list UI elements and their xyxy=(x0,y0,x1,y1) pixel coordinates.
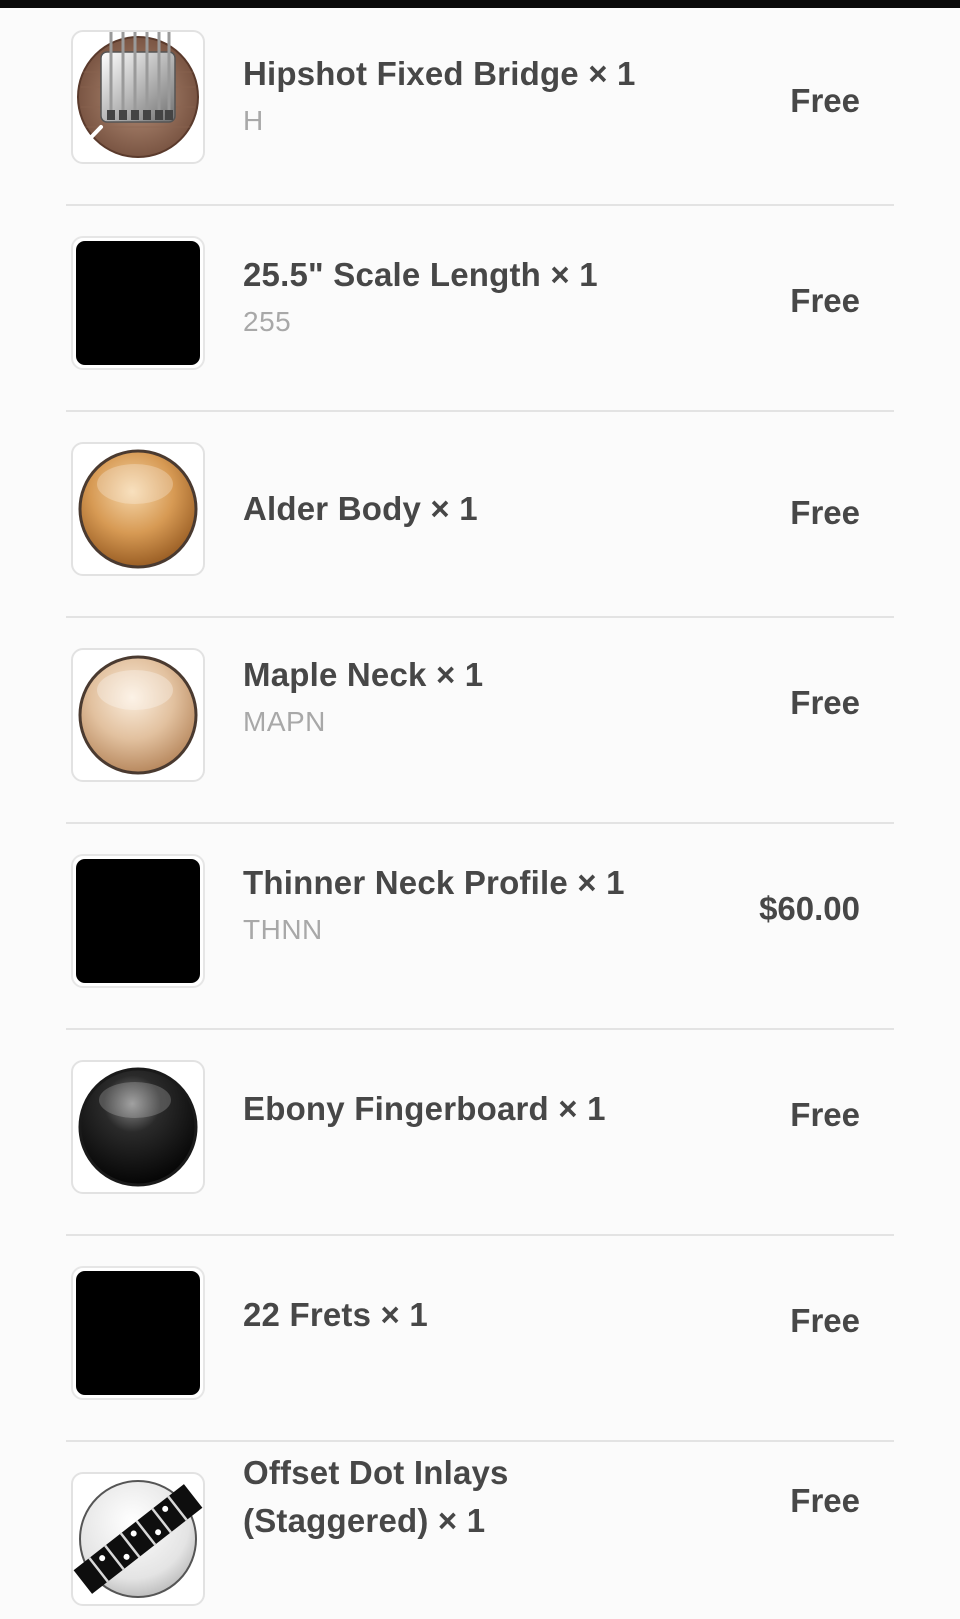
item-sku: 255 xyxy=(243,306,292,337)
item-name: Maple Neck × 1 xyxy=(243,656,484,693)
item-name: Alder Body × 1 xyxy=(243,490,478,527)
item-sku: MAPN xyxy=(243,706,326,737)
item-price: Free xyxy=(790,282,860,319)
item-name: Thinner Neck Profile × 1 xyxy=(243,864,625,901)
item-name: 22 Frets × 1 xyxy=(243,1296,428,1333)
item-name-continued: (Staggered) × 1 xyxy=(243,1502,486,1539)
cart-item-thinner-neck-profile[interactable]: Thinner Neck Profile × 1 THNN $60.00 xyxy=(66,824,894,1030)
fretboard-inlay-icon xyxy=(71,1472,205,1606)
black-swatch-icon xyxy=(71,854,205,988)
item-price: Free xyxy=(790,1482,860,1519)
item-sku: H xyxy=(243,105,264,136)
cart-item-ebony-fingerboard[interactable]: Ebony Fingerboard × 1 Free xyxy=(66,1030,894,1236)
cart-item-scale-length[interactable]: 25.5" Scale Length × 1 255 Free xyxy=(66,206,894,412)
black-swatch-icon xyxy=(71,1266,205,1400)
item-price: Free xyxy=(790,1302,860,1339)
cart-item-offset-dot-inlays[interactable]: Offset Dot Inlays (Staggered) × 1 Free xyxy=(66,1442,894,1619)
item-name: Ebony Fingerboard × 1 xyxy=(243,1090,606,1127)
item-name: Hipshot Fixed Bridge × 1 xyxy=(243,55,636,92)
item-price: Free xyxy=(790,494,860,531)
item-price: $60.00 xyxy=(759,890,860,927)
item-name: Offset Dot Inlays xyxy=(243,1454,509,1491)
item-sku: THNN xyxy=(243,914,323,945)
maple-wood-swatch-icon xyxy=(71,648,205,782)
alder-wood-swatch-icon xyxy=(71,442,205,576)
bridge-icon xyxy=(71,30,205,164)
item-name: 25.5" Scale Length × 1 xyxy=(243,256,598,293)
cart-item-maple-neck[interactable]: Maple Neck × 1 MAPN Free xyxy=(66,618,894,824)
ebony-wood-swatch-icon xyxy=(71,1060,205,1194)
item-price: Free xyxy=(790,684,860,721)
item-price: Free xyxy=(790,1096,860,1133)
cart-item-alder-body[interactable]: Alder Body × 1 Free xyxy=(66,412,894,618)
cart-item-frets[interactable]: 22 Frets × 1 Free xyxy=(66,1236,894,1442)
item-price: Free xyxy=(790,82,860,119)
cart-item-bridge[interactable]: Hipshot Fixed Bridge × 1 H Free xyxy=(66,0,894,206)
black-swatch-icon xyxy=(71,236,205,370)
